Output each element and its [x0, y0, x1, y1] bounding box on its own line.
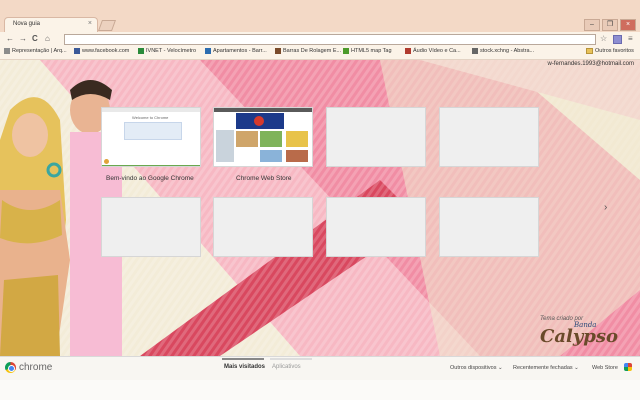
address-bar[interactable]	[64, 34, 596, 45]
chevron-down-icon: ⌄	[498, 365, 503, 371]
home-icon[interactable]: ⌂	[45, 33, 50, 45]
chrome-logo-icon	[5, 362, 16, 373]
new-tab-button[interactable]	[97, 20, 117, 31]
empty-thumbnail[interactable]	[213, 197, 313, 257]
extension-icon[interactable]	[613, 35, 622, 44]
bookmark-favicon-icon	[205, 48, 211, 54]
chevron-down-icon: ⌄	[574, 365, 579, 371]
web-store-link[interactable]: Web Store	[592, 365, 618, 371]
thumbnail-title[interactable]: Bem-vindo ao Google Chrome	[106, 175, 194, 182]
most-visited-thumbnail[interactable]	[213, 107, 313, 167]
back-arrow-icon[interactable]: ←	[6, 33, 14, 45]
chrome-menu-icon[interactable]: ≡	[628, 33, 633, 45]
minimize-button[interactable]: –	[584, 19, 600, 31]
page-bottom-strip	[0, 380, 640, 400]
new-tab-page: w-fernandes.1993@hotmail.com Welcome to …	[0, 60, 640, 356]
user-email[interactable]: w-fernandes.1993@hotmail.com	[548, 61, 634, 67]
browser-toolbar: ← → C ⌂ ☆ ≡	[0, 32, 640, 46]
tab-title: Nova guia	[13, 21, 41, 27]
next-page-arrow-icon[interactable]: ›	[604, 202, 607, 213]
window-controls: – ❐ ×	[584, 19, 636, 31]
woman-figure	[12, 113, 48, 157]
theme-credit: Tema criado por Banda Calypso	[540, 316, 619, 347]
restore-button[interactable]: ❐	[602, 19, 618, 31]
other-devices-menu[interactable]: Outros dispositivos ⌄	[450, 365, 503, 371]
bookmark-favicon-icon	[4, 48, 10, 54]
bookmark-star-icon[interactable]: ☆	[600, 33, 607, 45]
bookmark-favicon-icon	[472, 48, 478, 54]
bookmarks-bar: Representação | Arq... www.facebook.com …	[0, 46, 640, 60]
bookmark-favicon-icon	[405, 48, 411, 54]
empty-thumbnail[interactable]	[326, 107, 426, 167]
bookmark-item[interactable]: www.facebook.com	[74, 48, 129, 54]
ntp-footer: chrome Mais visitados Aplicativos Outros…	[0, 356, 640, 381]
folder-icon	[586, 48, 593, 54]
bookmark-item[interactable]: Áudio Vídeo e Ca...	[405, 48, 461, 54]
chrome-logo-icon	[104, 159, 109, 164]
empty-thumbnail[interactable]	[101, 197, 201, 257]
empty-thumbnail[interactable]	[326, 197, 426, 257]
recently-closed-menu[interactable]: Recentemente fechadas ⌄	[513, 365, 579, 371]
forward-arrow-icon[interactable]: →	[19, 33, 27, 45]
bookmark-item[interactable]: IVNET - Velocímetro	[138, 48, 196, 54]
bookmark-item[interactable]: Representação | Arq...	[4, 48, 67, 54]
most-visited-thumbnail[interactable]: Welcome to Chrome	[101, 107, 201, 167]
bookmark-item[interactable]: Barras De Rolagem E...	[275, 48, 341, 54]
tab-close-icon[interactable]: ×	[88, 20, 92, 27]
bookmark-item[interactable]: stock.xchng - Abstra...	[472, 48, 534, 54]
close-window-button[interactable]: ×	[620, 19, 636, 31]
empty-thumbnail[interactable]	[439, 107, 539, 167]
chrome-wordmark: chrome	[19, 362, 53, 373]
title-bar: Nova guia × – ❐ ×	[0, 0, 640, 32]
bookmark-item[interactable]: Apartamentos - Barr...	[205, 48, 267, 54]
other-bookmarks[interactable]: Outros favoritos	[586, 48, 634, 54]
web-store-icon[interactable]	[624, 363, 632, 371]
bookmark-favicon-icon	[74, 48, 80, 54]
tab-aplicativos[interactable]: Aplicativos	[272, 364, 301, 370]
bookmark-favicon-icon	[275, 48, 281, 54]
bookmark-item[interactable]: HTML5 map Tag	[343, 48, 392, 54]
theme-background-image	[0, 60, 640, 356]
thumbnail-title[interactable]: Chrome Web Store	[236, 175, 292, 182]
tab-nova-guia[interactable]: Nova guia ×	[4, 17, 98, 32]
bookmark-favicon-icon	[343, 48, 349, 54]
tab-mais-visitados[interactable]: Mais visitados	[224, 364, 265, 370]
reload-icon[interactable]: C	[32, 33, 38, 45]
empty-thumbnail[interactable]	[439, 197, 539, 257]
bookmark-favicon-icon	[138, 48, 144, 54]
